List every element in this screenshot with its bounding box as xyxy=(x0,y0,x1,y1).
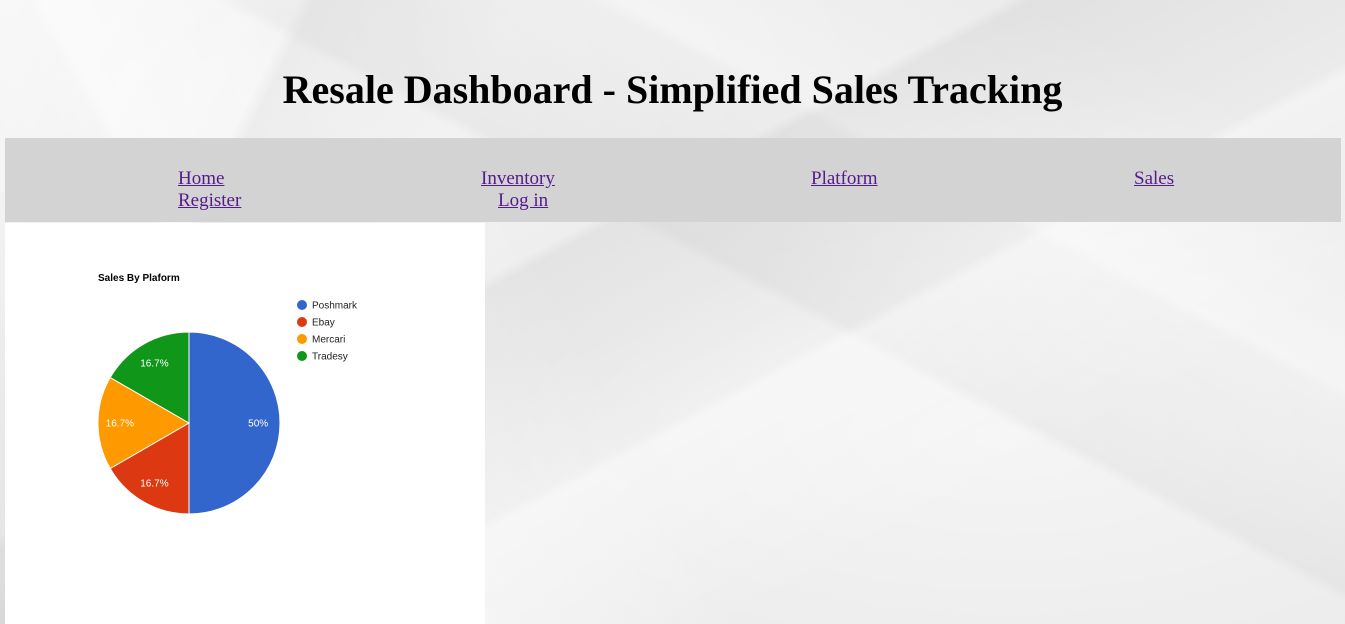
legend-label-mercari[interactable]: Mercari xyxy=(312,335,345,346)
chart-legend: Poshmark Ebay Mercari Tradesy xyxy=(297,300,358,363)
chart-title: Sales By Plaform xyxy=(98,273,180,284)
nav-link-sales[interactable]: Sales xyxy=(1134,168,1174,190)
legend-swatch-tradesy xyxy=(297,351,307,361)
nav-link-inventory[interactable]: Inventory xyxy=(481,168,555,190)
legend-label-ebay[interactable]: Ebay xyxy=(312,318,335,329)
pie-slices: 50% 16.7% 16.7% 16.7% xyxy=(97,331,281,515)
nav-link-platform[interactable]: Platform xyxy=(811,168,878,190)
pie-chart-svg: Sales By Plaform 50% 16.7% 16.7% 16.7% Posh… xyxy=(97,273,358,515)
slice-label-tradesy: 16.7% xyxy=(140,359,168,370)
slice-label-poshmark: 50% xyxy=(248,419,268,430)
legend-label-tradesy[interactable]: Tradesy xyxy=(312,352,348,363)
slice-label-mercari: 16.7% xyxy=(106,419,134,430)
slice-label-ebay: 16.7% xyxy=(140,478,168,489)
page-title: Resale Dashboard - Simplified Sales Trac… xyxy=(282,67,1063,112)
nav-link-login[interactable]: Log in xyxy=(498,190,548,212)
nav-link-register[interactable]: Register xyxy=(178,190,241,212)
sales-by-platform-chart: Sales By Plaform 50% 16.7% 16.7% 16.7% Posh… xyxy=(5,223,485,624)
legend-swatch-mercari xyxy=(297,334,307,344)
legend-swatch-ebay xyxy=(297,317,307,327)
nav-bar: Home Inventory Platform Sales Register L… xyxy=(5,138,1341,222)
nav-link-home[interactable]: Home xyxy=(178,168,224,190)
legend-swatch-poshmark xyxy=(297,300,307,310)
legend-label-poshmark[interactable]: Poshmark xyxy=(312,301,358,312)
